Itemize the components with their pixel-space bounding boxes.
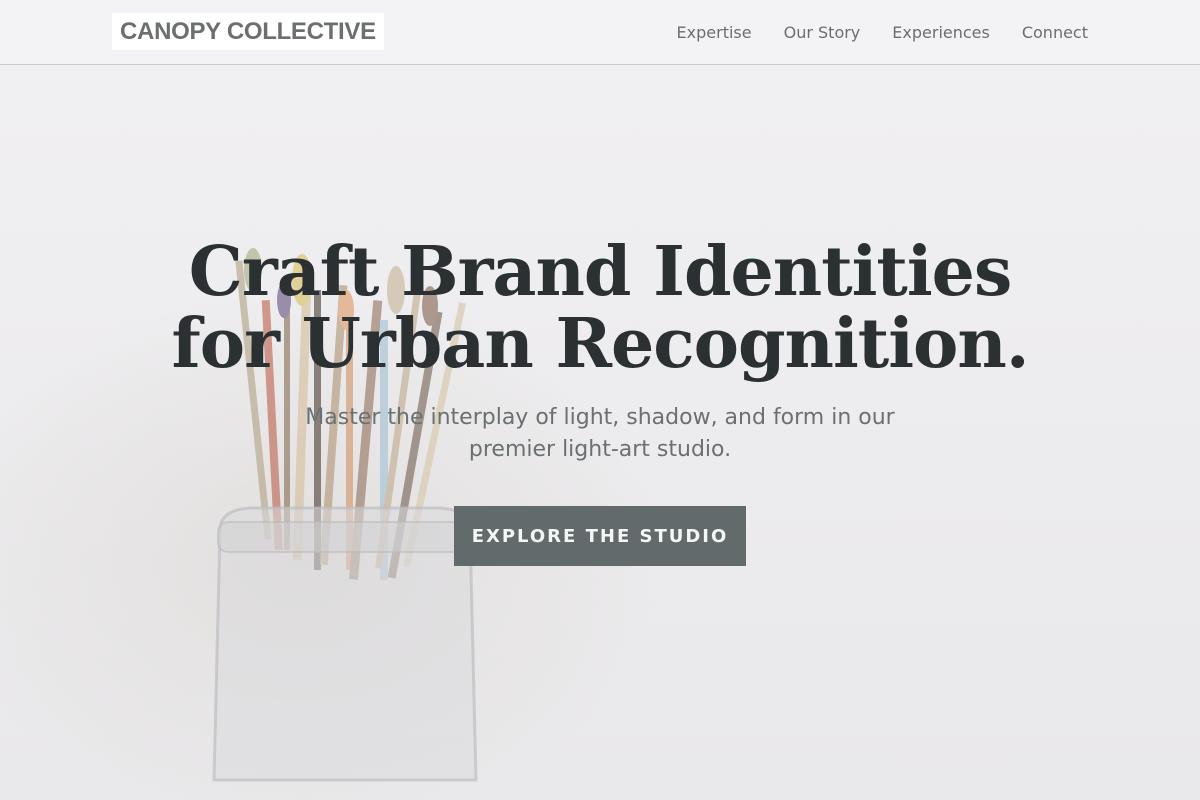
site-header: CANOPY COLLECTIVE Expertise Our Story Ex… bbox=[0, 0, 1200, 65]
nav-link-connect[interactable]: Connect bbox=[1022, 23, 1088, 42]
hero-title-line-2: for Urban Recognition. bbox=[171, 304, 1029, 384]
nav-link-experiences[interactable]: Experiences bbox=[892, 23, 990, 42]
hero-title-line-1: Craft Brand Identities bbox=[188, 232, 1012, 312]
site-logo[interactable]: CANOPY COLLECTIVE bbox=[112, 13, 384, 50]
nav-link-expertise[interactable]: Expertise bbox=[677, 23, 752, 42]
hero-subtitle-line-2: premier light-art studio. bbox=[468, 437, 732, 462]
hero-subtitle: Master the interplay of light, shadow, a… bbox=[290, 402, 910, 466]
nav-link-our-story[interactable]: Our Story bbox=[784, 23, 861, 42]
hero-subtitle-line-1: Master the interplay of light, shadow, a… bbox=[305, 405, 895, 430]
main-nav: Expertise Our Story Experiences Connect bbox=[677, 0, 1088, 65]
page: CANOPY COLLECTIVE Expertise Our Story Ex… bbox=[0, 0, 1200, 800]
explore-studio-button[interactable]: EXPLORE THE STUDIO bbox=[454, 506, 746, 566]
hero-title: Craft Brand Identities for Urban Recogni… bbox=[0, 236, 1200, 380]
